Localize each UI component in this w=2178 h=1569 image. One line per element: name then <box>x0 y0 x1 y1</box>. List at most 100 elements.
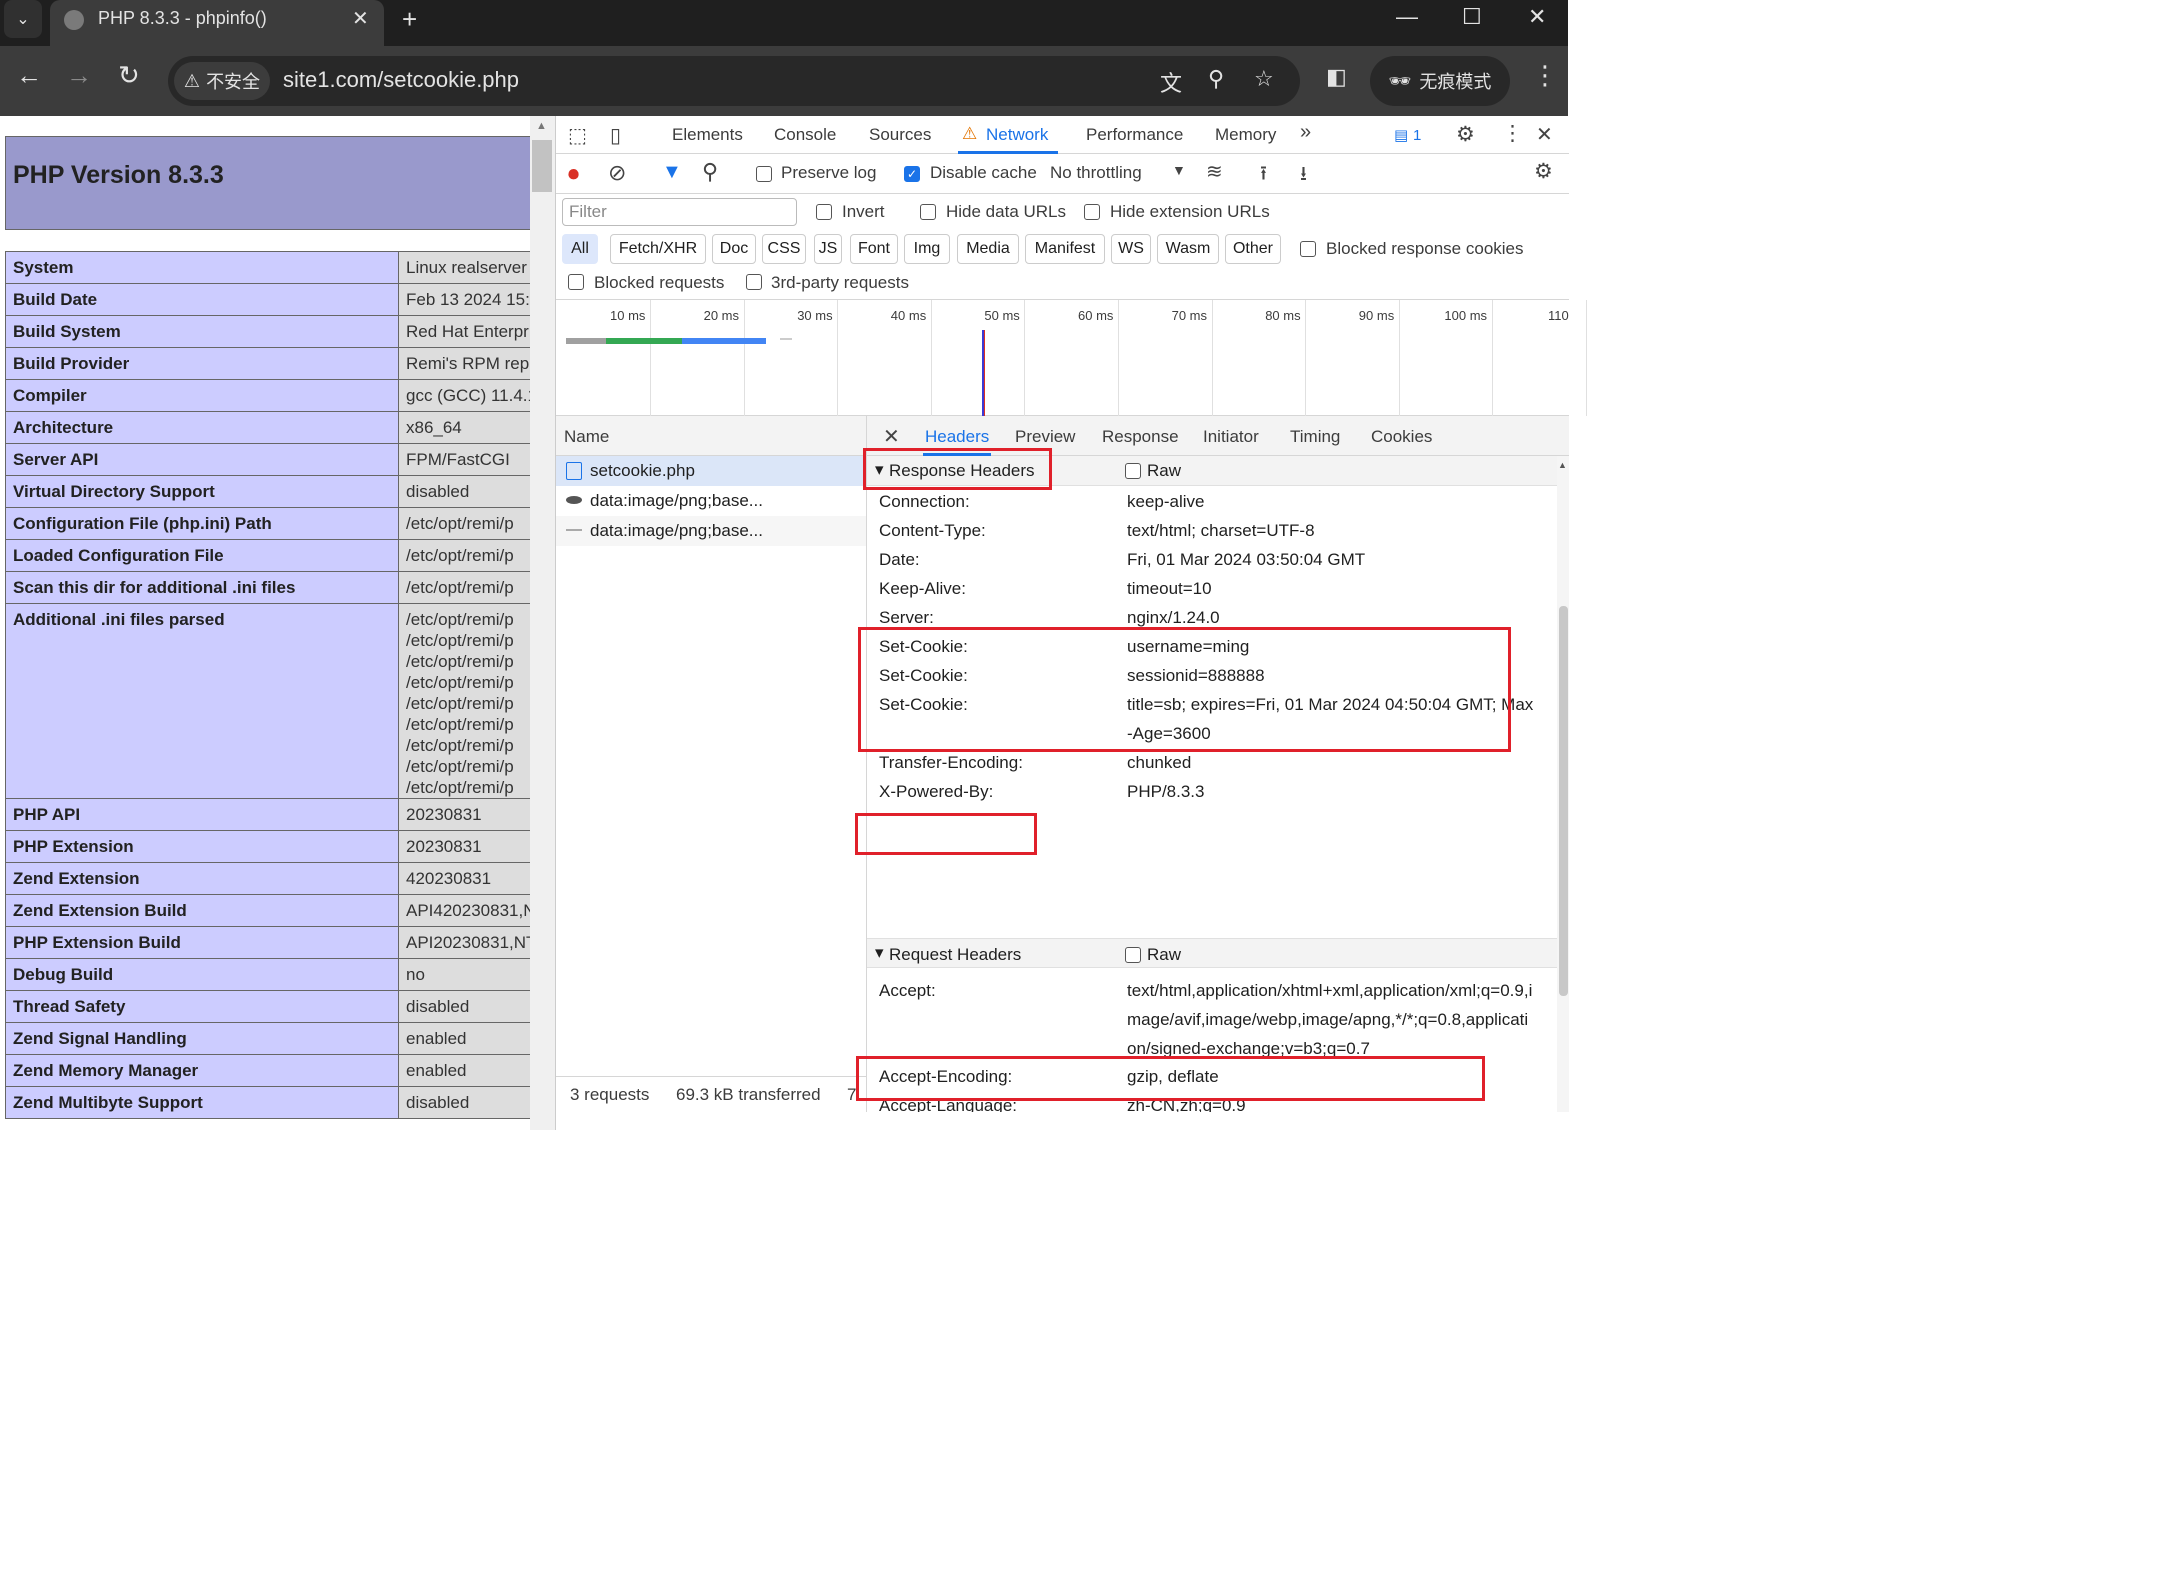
header-value[interactable]: title=sb; expires=Fri, 01 Mar 2024 04:50… <box>1127 690 1537 748</box>
header-value[interactable]: nginx/1.24.0 <box>1127 603 1537 632</box>
preserve-log-checkbox[interactable] <box>756 166 772 182</box>
header-value[interactable]: Fri, 01 Mar 2024 03:50:04 GMT <box>1127 545 1537 574</box>
address-bar[interactable]: ⚠ 不安全 site1.com/setcookie.php 文 ⚲ ☆ <box>168 56 1300 106</box>
chip-js[interactable]: JS <box>814 234 842 264</box>
more-tabs-icon[interactable]: » <box>1300 121 1311 144</box>
tab-performance[interactable]: Performance <box>1086 125 1183 145</box>
request-row[interactable]: setcookie.php <box>556 456 866 486</box>
tab-cookies[interactable]: Cookies <box>1371 427 1432 447</box>
settings-gear-icon[interactable]: ⚙ <box>1456 122 1475 147</box>
info-key: Debug Build <box>5 958 399 991</box>
tab-preview[interactable]: Preview <box>1015 427 1075 447</box>
blocked-response-cookies-checkbox[interactable] <box>1300 241 1316 257</box>
invert-checkbox[interactable] <box>816 204 832 220</box>
chip-other[interactable]: Other <box>1225 234 1281 264</box>
tab-memory[interactable]: Memory <box>1215 125 1276 145</box>
export-har-icon[interactable]: ⭳ <box>1300 159 1307 193</box>
more-options-icon[interactable]: ⋮ <box>1502 121 1523 146</box>
close-window-icon[interactable]: ✕ <box>1528 4 1546 30</box>
forward-icon[interactable]: → <box>66 60 92 91</box>
url-text[interactable]: site1.com/setcookie.php <box>283 67 519 93</box>
chip-wasm[interactable]: Wasm <box>1157 234 1219 264</box>
header-value[interactable]: username=ming <box>1127 632 1537 661</box>
chip-manifest[interactable]: Manifest <box>1025 234 1105 264</box>
tab-sources[interactable]: Sources <box>869 125 931 145</box>
chip-css[interactable]: CSS <box>762 234 806 264</box>
close-tab-icon[interactable]: ✕ <box>352 6 369 31</box>
back-icon[interactable]: ← <box>16 60 42 91</box>
tab-timing[interactable]: Timing <box>1290 427 1340 447</box>
dropdown-arrow-icon[interactable]: ▼ <box>1172 162 1186 178</box>
request-row[interactable]: data:image/png;base... <box>556 486 866 516</box>
request-row[interactable]: data:image/png;base... <box>556 516 866 546</box>
scrollbar-thumb[interactable] <box>532 140 552 192</box>
new-tab-button[interactable]: + <box>402 4 417 35</box>
chip-font[interactable]: Font <box>850 234 898 264</box>
blocked-requests-checkbox[interactable] <box>568 274 584 290</box>
disable-cache-checkbox[interactable]: ✓ <box>904 166 920 182</box>
header-value[interactable]: timeout=10 <box>1127 574 1537 603</box>
close-devtools-icon[interactable]: ✕ <box>1536 122 1553 147</box>
tab-elements[interactable]: Elements <box>672 125 743 145</box>
security-chip[interactable]: ⚠ 不安全 <box>174 62 270 100</box>
request-headers-section[interactable]: ▾ Request Headers Raw <box>867 938 1557 968</box>
request-name: data:image/png;base... <box>590 491 763 510</box>
page-scrollbar[interactable]: ▲ <box>530 116 555 1130</box>
header-value[interactable]: chunked <box>1127 748 1537 777</box>
header-value[interactable]: PHP/8.3.3 <box>1127 777 1537 806</box>
incognito-badge[interactable]: 🕶 无痕模式 <box>1370 56 1510 106</box>
chip-all[interactable]: All <box>562 234 598 264</box>
header-value[interactable]: text/html,application/xhtml+xml,applicat… <box>1127 976 1537 1063</box>
tab-console[interactable]: Console <box>774 125 836 145</box>
inspect-element-icon[interactable]: ⬚ <box>568 123 587 148</box>
stop-recording-icon[interactable]: ⏺ <box>568 161 579 187</box>
scrollbar-thumb[interactable] <box>1559 606 1568 996</box>
header-value[interactable]: zh-CN,zh;q=0.9 <box>1127 1091 1537 1112</box>
minimize-icon[interactable]: — <box>1396 4 1418 30</box>
response-headers-section[interactable]: ▾ Response Headers Raw <box>867 456 1557 486</box>
zoom-icon[interactable]: ⚲ <box>1208 66 1224 92</box>
issues-icon[interactable]: ▤ <box>1394 126 1408 144</box>
detail-scrollbar[interactable]: ▲ <box>1557 456 1569 1112</box>
filter-input[interactable]: Filter <box>562 198 797 226</box>
network-overview-timeline[interactable]: 10 ms 20 ms 30 ms 40 ms 50 ms 60 ms 70 ms 80 ms… <box>556 300 1587 416</box>
device-toolbar-icon[interactable]: ▯ <box>610 123 621 148</box>
chip-media[interactable]: Media <box>957 234 1019 264</box>
header-value[interactable]: keep-alive <box>1127 487 1537 516</box>
header-value[interactable]: gzip, deflate <box>1127 1062 1537 1091</box>
close-detail-icon[interactable]: ✕ <box>883 424 900 449</box>
reload-icon[interactable]: ↻ <box>118 60 140 91</box>
network-settings-icon[interactable]: ⚙ <box>1534 159 1553 184</box>
clear-icon[interactable]: ⊘ <box>608 160 626 186</box>
tab-search-button[interactable]: ⌄ <box>4 0 42 38</box>
maximize-icon[interactable]: ☐ <box>1462 4 1482 30</box>
chip-fetch-xhr[interactable]: Fetch/XHR <box>610 234 706 264</box>
tab-response[interactable]: Response <box>1102 427 1179 447</box>
header-value[interactable]: sessionid=888888 <box>1127 661 1537 690</box>
chip-img[interactable]: Img <box>904 234 950 264</box>
scroll-up-icon[interactable]: ▲ <box>536 120 547 132</box>
filter-icon[interactable]: ▼ <box>662 161 682 184</box>
tab-initiator[interactable]: Initiator <box>1203 427 1259 447</box>
scroll-up-icon[interactable]: ▲ <box>1558 460 1567 470</box>
import-har-icon[interactable]: ⭱ <box>1260 159 1267 193</box>
header-value[interactable]: text/html; charset=UTF-8 <box>1127 516 1537 545</box>
name-column-header[interactable]: Name <box>564 427 609 447</box>
search-icon[interactable]: ⚲ <box>702 159 718 185</box>
network-conditions-icon[interactable]: ≋ <box>1206 159 1223 184</box>
third-party-checkbox[interactable] <box>746 274 762 290</box>
raw-checkbox[interactable] <box>1125 947 1141 963</box>
chip-doc[interactable]: Doc <box>712 234 756 264</box>
more-menu-icon[interactable]: ⋮ <box>1532 60 1558 91</box>
bookmark-star-icon[interactable]: ☆ <box>1254 66 1274 92</box>
side-panel-icon[interactable]: ◧ <box>1326 64 1347 90</box>
tab-headers[interactable]: Headers <box>925 427 989 447</box>
tab-network[interactable]: Network <box>986 125 1048 145</box>
hide-extension-urls-checkbox[interactable] <box>1084 204 1100 220</box>
raw-checkbox[interactable] <box>1125 463 1141 479</box>
chip-ws[interactable]: WS <box>1111 234 1151 264</box>
hide-data-urls-checkbox[interactable] <box>920 204 936 220</box>
browser-tab[interactable]: PHP 8.3.3 - phpinfo() ✕ <box>50 0 384 46</box>
translate-icon[interactable]: 文 <box>1160 66 1182 98</box>
throttling-select[interactable]: No throttling <box>1050 163 1142 183</box>
